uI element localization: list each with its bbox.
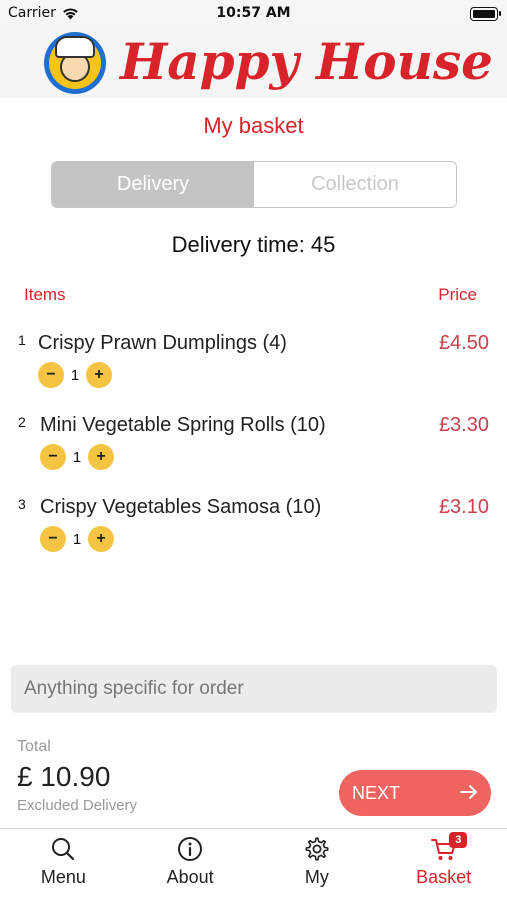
quantity-value: 1 bbox=[72, 448, 82, 466]
tab-menu[interactable]: Menu bbox=[0, 829, 127, 900]
quantity-value: 1 bbox=[70, 366, 80, 384]
quantity-stepper: − 1 + bbox=[38, 362, 112, 388]
app-header: Happy House bbox=[0, 28, 507, 98]
price-column-header: Price bbox=[438, 285, 477, 304]
status-bar: Carrier 10:57 AM bbox=[0, 0, 507, 28]
segment-delivery[interactable]: Delivery bbox=[52, 162, 254, 207]
increase-quantity-button[interactable]: + bbox=[88, 444, 114, 470]
quantity-stepper: − 1 + bbox=[40, 444, 114, 470]
page-title: My basket bbox=[203, 113, 304, 138]
item-name: Crispy Prawn Dumplings (4) bbox=[38, 332, 287, 354]
segment-collection[interactable]: Collection bbox=[254, 162, 456, 207]
quantity-value: 1 bbox=[72, 530, 82, 548]
tab-bar: Menu About My 3 Basket bbox=[0, 828, 507, 900]
excluded-delivery-note: Excluded Delivery bbox=[17, 797, 138, 814]
tab-about[interactable]: About bbox=[127, 829, 254, 900]
delivery-time-text: Delivery time: 45 bbox=[171, 232, 336, 257]
info-icon bbox=[178, 837, 203, 861]
battery-icon bbox=[470, 7, 501, 21]
increase-quantity-button[interactable]: + bbox=[86, 362, 112, 388]
item-number: 3 bbox=[18, 496, 26, 512]
arrow-right-icon bbox=[460, 785, 477, 799]
gear-icon bbox=[305, 837, 329, 861]
item-price: £4.50 bbox=[438, 332, 489, 354]
logo-chef-hat bbox=[55, 36, 95, 58]
decrease-quantity-button[interactable]: − bbox=[40, 526, 66, 552]
order-notes-input[interactable] bbox=[11, 665, 497, 713]
brand-title: Happy House bbox=[120, 32, 493, 91]
tab-label: My bbox=[304, 867, 329, 887]
decrease-quantity-button[interactable]: − bbox=[40, 444, 66, 470]
tab-basket[interactable]: 3 Basket bbox=[380, 829, 507, 900]
tab-my[interactable]: My bbox=[254, 829, 381, 900]
next-button-label: NEXT bbox=[352, 782, 401, 803]
item-name: Crispy Vegetables Samosa (10) bbox=[40, 496, 322, 518]
next-button[interactable]: NEXT bbox=[339, 770, 491, 816]
item-name: Mini Vegetable Spring Rolls (10) bbox=[40, 414, 326, 436]
chef-logo bbox=[44, 32, 106, 94]
basket-item: 3 Crispy Vegetables Samosa (10) £3.10 − … bbox=[0, 496, 507, 576]
tab-label: Menu bbox=[40, 867, 86, 887]
basket-item: 2 Mini Vegetable Spring Rolls (10) £3.30… bbox=[0, 414, 507, 494]
item-price: £3.10 bbox=[438, 496, 489, 518]
basket-item: 1 Crispy Prawn Dumplings (4) £4.50 − 1 + bbox=[0, 332, 507, 412]
total-label: Total bbox=[17, 738, 51, 755]
cart-count-badge: 3 bbox=[449, 832, 468, 848]
decrease-quantity-button[interactable]: − bbox=[38, 362, 64, 388]
items-column-header: Items bbox=[24, 285, 66, 304]
tab-label: About bbox=[166, 867, 214, 887]
total-amount: £ 10.90 bbox=[17, 761, 111, 792]
status-time: 10:57 AM bbox=[216, 5, 291, 21]
search-icon bbox=[52, 838, 75, 861]
tab-label: Basket bbox=[416, 867, 472, 887]
item-price: £3.30 bbox=[438, 414, 489, 436]
item-number: 2 bbox=[18, 414, 26, 430]
increase-quantity-button[interactable]: + bbox=[88, 526, 114, 552]
item-number: 1 bbox=[18, 332, 26, 348]
quantity-stepper: − 1 + bbox=[40, 526, 114, 552]
order-type-segmented-control: Delivery Collection bbox=[51, 161, 457, 208]
